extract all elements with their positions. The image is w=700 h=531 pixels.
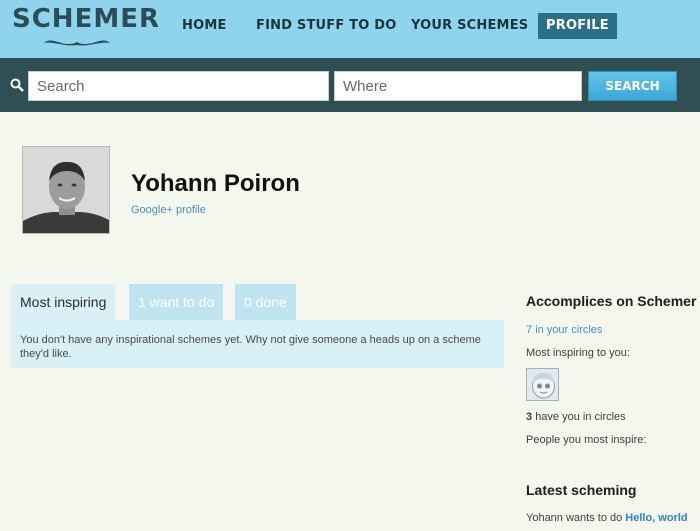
accomplice-avatar[interactable] <box>526 368 559 401</box>
tab-panel: You don't have any inspirational schemes… <box>11 320 504 368</box>
nav-your-schemes[interactable]: YOUR SCHEMES <box>411 13 528 39</box>
nav-find-stuff[interactable]: FIND STUFF TO DO <box>256 13 396 39</box>
latest-scheming-item: Yohann wants to do Hello, world <box>526 512 688 524</box>
circles-count[interactable]: 7 <box>526 324 532 336</box>
nav-home[interactable]: HOME <box>182 13 227 39</box>
search-bar: SEARCH <box>0 58 700 112</box>
search-button[interactable]: SEARCH <box>588 71 677 101</box>
profile-avatar <box>22 146 110 234</box>
people-inspire-label: People you most inspire: <box>526 434 647 446</box>
google-plus-profile-link[interactable]: Google+ profile <box>131 204 206 216</box>
accomplices-heading: Accomplices on Schemer <box>526 293 697 309</box>
avatar-image <box>23 147 109 233</box>
circles-text[interactable]: in your circles <box>535 324 602 336</box>
circles-link[interactable]: 7 in your circles <box>526 324 602 336</box>
latest-prefix: Yohann wants to do <box>526 512 623 524</box>
where-input[interactable] <box>334 71 582 101</box>
tab-done[interactable]: 0 done <box>235 284 296 320</box>
latest-scheme-link[interactable]: Hello, world <box>625 512 687 524</box>
have-you-count: 3 <box>526 411 533 423</box>
have-you-in-circles: 3 have you in circles <box>526 411 626 423</box>
profile-name: Yohann Poiron <box>131 170 300 197</box>
most-inspiring-label: Most inspiring to you: <box>526 347 630 359</box>
top-navigation-bar: SCHEMER HOME FIND STUFF TO DO YOUR SCHEM… <box>0 0 700 58</box>
search-input[interactable] <box>28 71 329 101</box>
nav-profile[interactable]: PROFILE <box>538 13 617 39</box>
tab-want-to-do[interactable]: 1 want to do <box>129 284 224 320</box>
have-you-text: have you in circles <box>535 411 626 423</box>
search-icon <box>10 78 24 92</box>
main-nav: HOME FIND STUFF TO DO YOUR SCHEMES PROFI… <box>0 13 700 39</box>
tab-most-inspiring[interactable]: Most inspiring <box>11 284 116 320</box>
cartoon-avatar-image <box>527 369 558 400</box>
latest-scheming-heading: Latest scheming <box>526 482 637 498</box>
empty-schemes-message: You don't have any inspirational schemes… <box>20 334 481 360</box>
